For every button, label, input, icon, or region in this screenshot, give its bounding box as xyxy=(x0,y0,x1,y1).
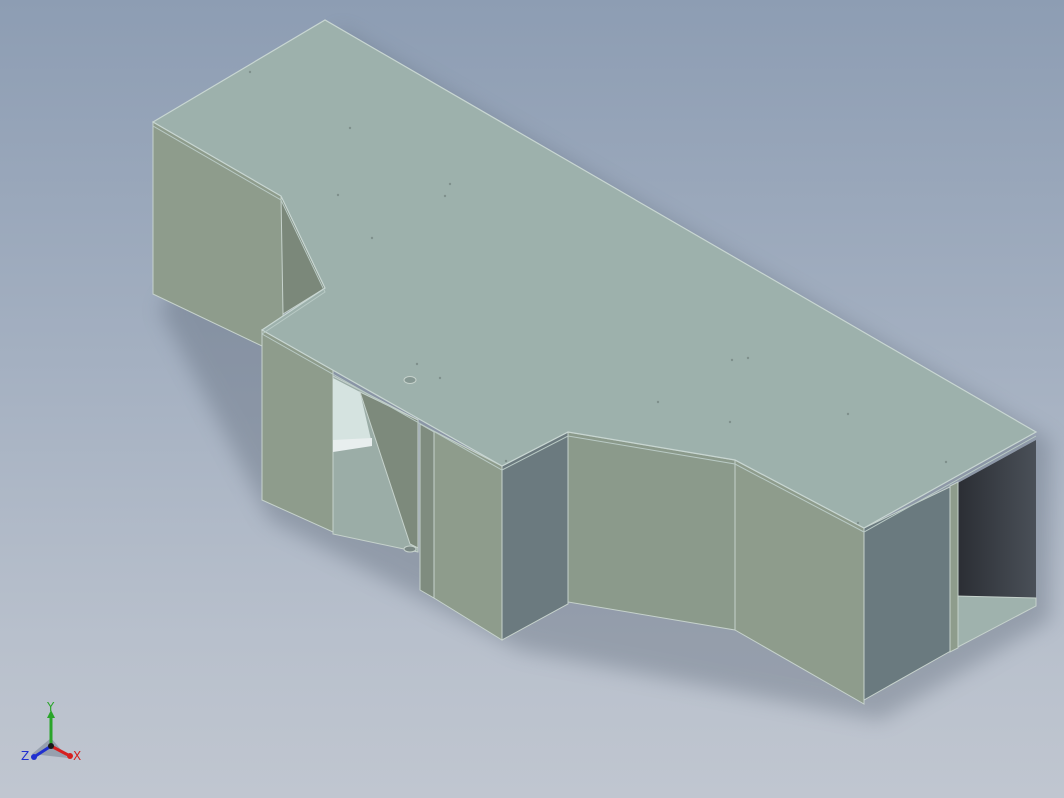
front-wall-post xyxy=(419,423,435,599)
right-channel-lip xyxy=(949,481,959,653)
graphics-viewport[interactable]: Y X Z xyxy=(0,0,1064,798)
3d-model[interactable] xyxy=(0,0,1064,798)
z-axis-end xyxy=(31,754,37,760)
top-hole xyxy=(403,376,417,384)
bottom-hole xyxy=(403,545,417,553)
orientation-triad[interactable]: Y X Z xyxy=(18,702,88,772)
triad-origin xyxy=(48,743,54,749)
step-dark-face[interactable] xyxy=(501,431,569,641)
middle-front-panel[interactable] xyxy=(567,431,736,631)
z-axis-label: Z xyxy=(21,749,29,763)
x-axis-label: X xyxy=(73,749,81,763)
y-axis-label: Y xyxy=(46,702,55,714)
